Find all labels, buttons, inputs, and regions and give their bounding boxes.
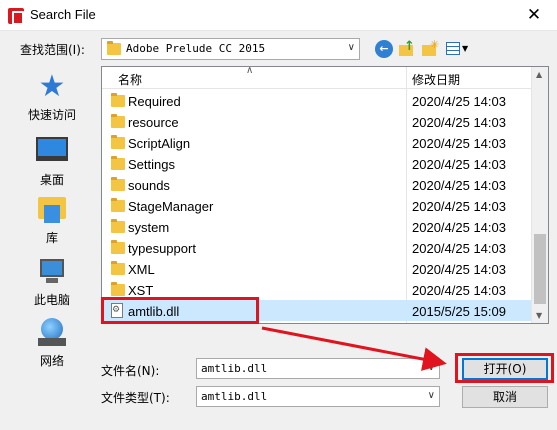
annotation-arrow (261, 326, 447, 371)
